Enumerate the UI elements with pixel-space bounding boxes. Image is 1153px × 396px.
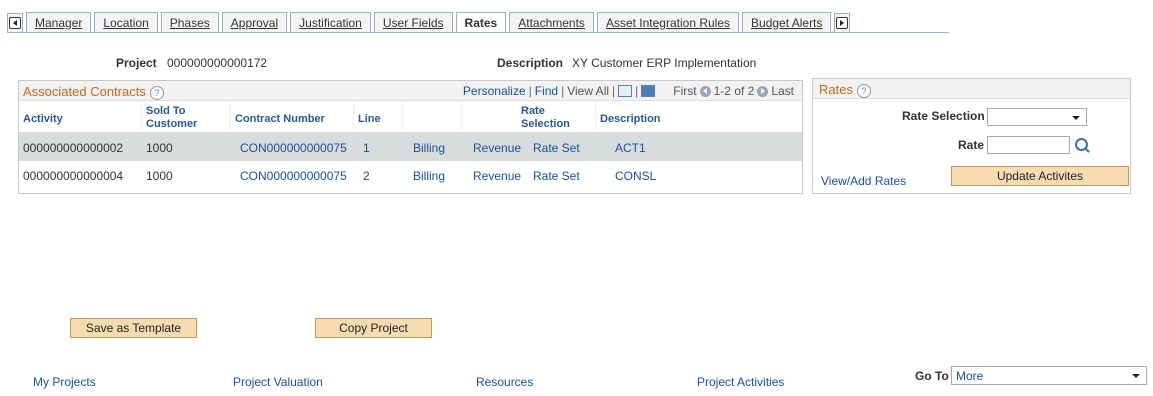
- chevron-down-icon: [1132, 374, 1140, 378]
- grid-header: Associated Contracts? Personalize | Find…: [19, 81, 802, 101]
- col-contract-number[interactable]: Contract Number: [235, 113, 325, 125]
- search-icon[interactable]: [1075, 138, 1088, 151]
- tab-attachments[interactable]: Attachments: [509, 12, 594, 32]
- rate-selection-label: Rate Selection: [902, 109, 985, 123]
- column-divider: [461, 101, 462, 132]
- tab-user-fields[interactable]: User Fields: [373, 12, 453, 32]
- previous-page-icon[interactable]: [699, 85, 711, 97]
- resources-link[interactable]: Resources: [476, 375, 533, 389]
- revenue-link[interactable]: Revenue: [473, 169, 521, 183]
- separator: |: [635, 84, 639, 98]
- arrow-left-icon: [9, 17, 21, 29]
- go-to-label: Go To: [915, 369, 949, 383]
- my-projects-link[interactable]: My Projects: [33, 375, 96, 389]
- arrow-right-icon: [836, 17, 849, 29]
- column-divider: [353, 101, 354, 132]
- tab-asset-integration-rules[interactable]: Asset Integration Rules: [596, 12, 740, 32]
- find-link[interactable]: Find: [535, 84, 558, 98]
- download-excel-icon[interactable]: [641, 85, 656, 97]
- first-label: First: [673, 84, 697, 98]
- contract-number-link[interactable]: CON000000000075: [240, 141, 347, 155]
- separator: |: [612, 84, 616, 98]
- description-value: XY Customer ERP Implementation: [572, 56, 757, 70]
- tab-location[interactable]: Location: [94, 12, 158, 32]
- rates-header: Rates?: [813, 79, 1130, 99]
- col-description[interactable]: Description: [600, 113, 661, 125]
- separator: |: [561, 84, 565, 98]
- activity-cell: 000000000000004: [23, 169, 124, 183]
- column-divider: [402, 101, 403, 132]
- sold-to-cell: 1000: [146, 141, 173, 155]
- rate-input[interactable]: [987, 136, 1070, 154]
- personalize-link[interactable]: Personalize: [463, 84, 526, 98]
- zoom-grid-icon[interactable]: [618, 85, 633, 97]
- tab-approval[interactable]: Approval: [221, 12, 288, 32]
- grid-title-text: Associated Contracts: [23, 84, 146, 99]
- view-add-rates-link[interactable]: View/Add Rates: [821, 174, 906, 188]
- col-sold-to-line2[interactable]: Customer: [146, 118, 197, 130]
- table-row[interactable]: 000000000000002 1000 CON000000000075 1 B…: [19, 133, 802, 161]
- rate-selection-dropdown[interactable]: [987, 108, 1087, 126]
- save-as-template-button[interactable]: Save as Template: [70, 318, 197, 338]
- sold-to-cell: 1000: [146, 169, 173, 183]
- last-label: Last: [771, 84, 794, 98]
- copy-project-button[interactable]: Copy Project: [315, 318, 432, 338]
- revenue-link[interactable]: Revenue: [473, 141, 521, 155]
- billing-link[interactable]: Billing: [413, 141, 445, 155]
- col-rate-selection-line1[interactable]: Rate: [521, 105, 545, 117]
- go-to-dropdown[interactable]: More: [951, 366, 1147, 385]
- associated-contracts-grid: Associated Contracts? Personalize | Find…: [18, 80, 803, 194]
- contract-number-link[interactable]: CON000000000075: [240, 169, 347, 183]
- chevron-down-icon: [1072, 116, 1080, 120]
- help-icon[interactable]: ?: [856, 83, 871, 98]
- tab-scroll-left-button[interactable]: [7, 13, 23, 32]
- rates-title-text: Rates: [819, 82, 853, 97]
- project-valuation-link[interactable]: Project Valuation: [233, 375, 323, 389]
- billing-link[interactable]: Billing: [413, 169, 445, 183]
- tab-justification[interactable]: Justification: [290, 12, 371, 32]
- description-link[interactable]: CONSL: [615, 169, 656, 183]
- tab-rates[interactable]: Rates: [455, 12, 507, 33]
- update-activities-button[interactable]: Update Activites: [951, 166, 1129, 186]
- col-activity[interactable]: Activity: [23, 113, 63, 125]
- line-link[interactable]: 1: [363, 141, 370, 155]
- project-value: 000000000000172: [167, 56, 268, 70]
- column-divider: [595, 101, 596, 132]
- project-activities-link[interactable]: Project Activities: [697, 375, 784, 389]
- tab-scroll-right-button[interactable]: [834, 13, 851, 32]
- activity-cell: 000000000000002: [23, 141, 124, 155]
- tab-manager[interactable]: Manager: [26, 12, 92, 32]
- rate-set-link[interactable]: Rate Set: [533, 169, 580, 183]
- rate-label: Rate: [958, 138, 985, 152]
- column-divider: [230, 101, 231, 132]
- grid-navigation: Personalize | Find | View All | | First …: [463, 84, 794, 98]
- rates-title: Rates?: [819, 82, 871, 98]
- grid-title: Associated Contracts?: [23, 84, 164, 100]
- next-page-icon[interactable]: [757, 85, 769, 97]
- row-range: 1-2 of 2: [713, 84, 755, 98]
- col-sold-to-line1[interactable]: Sold To: [146, 105, 186, 117]
- rates-panel: Rates? Rate Selection Rate View/Add Rate…: [812, 78, 1131, 194]
- description-label: Description: [497, 56, 564, 70]
- tab-phases[interactable]: Phases: [160, 12, 219, 32]
- tab-budget-alerts[interactable]: Budget Alerts: [742, 12, 832, 32]
- description-link[interactable]: ACT1: [615, 141, 646, 155]
- project-label: Project: [116, 56, 157, 70]
- go-to-value: More: [956, 369, 984, 383]
- tab-bar: Manager Location Phases Approval Justifi…: [7, 12, 853, 33]
- tab-divider: [7, 32, 949, 33]
- table-row[interactable]: 000000000000004 1000 CON000000000075 2 B…: [19, 161, 802, 189]
- column-headers: Activity Sold To Customer Contract Numbe…: [19, 101, 802, 133]
- rate-set-link[interactable]: Rate Set: [533, 141, 580, 155]
- column-divider: [141, 101, 142, 132]
- view-all-link[interactable]: View All: [567, 84, 609, 98]
- help-icon[interactable]: ?: [149, 85, 164, 100]
- col-line[interactable]: Line: [358, 113, 381, 125]
- col-rate-selection-line2[interactable]: Selection: [521, 118, 570, 130]
- separator: |: [528, 84, 532, 98]
- line-link[interactable]: 2: [363, 169, 370, 183]
